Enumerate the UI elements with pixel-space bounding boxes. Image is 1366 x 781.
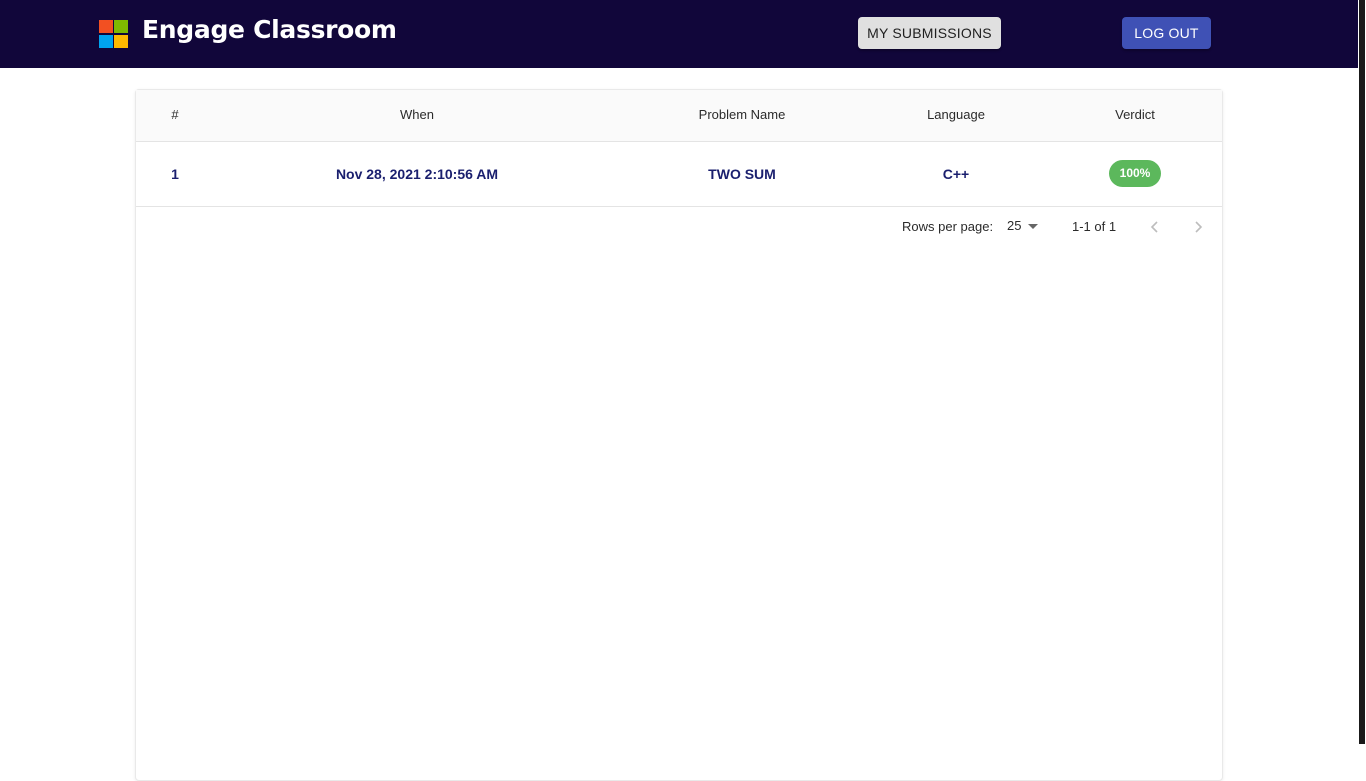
previous-page-button[interactable] (1145, 217, 1165, 237)
column-header-when[interactable]: When (400, 107, 434, 122)
scrollbar-thumb[interactable] (1359, 0, 1365, 744)
logo-yellow-square (114, 35, 128, 48)
table-header: # When Problem Name Language Verdict (136, 90, 1222, 142)
logo-red-square (99, 20, 113, 33)
my-submissions-button[interactable]: MY SUBMISSIONS (858, 17, 1001, 49)
next-page-button[interactable] (1188, 217, 1208, 237)
column-header-verdict[interactable]: Verdict (1115, 107, 1155, 122)
app-title[interactable]: Engage Classroom (142, 14, 397, 46)
app-bar: Engage Classroom MY SUBMISSIONS LOG OUT (0, 0, 1358, 68)
caret-down-icon (1028, 224, 1038, 229)
rows-per-page-value: 25 (1007, 218, 1022, 233)
column-header-index[interactable]: # (171, 107, 178, 122)
column-header-problem-name[interactable]: Problem Name (699, 107, 786, 122)
chevron-right-icon (1195, 221, 1203, 233)
rows-per-page-label: Rows per page: (902, 219, 994, 234)
microsoft-logo-icon (99, 20, 128, 48)
cell-when: Nov 28, 2021 2:10:56 AM (335, 166, 499, 182)
cell-language: C++ (942, 166, 970, 182)
cell-index: 1 (171, 166, 179, 182)
verdict-badge: 100% (1109, 160, 1161, 187)
logo-blue-square (99, 35, 113, 48)
logo-green-square (114, 20, 128, 33)
table-row[interactable]: 1 Nov 28, 2021 2:10:56 AM TWO SUM C++ 10… (136, 142, 1222, 207)
vertical-scrollbar[interactable] (1358, 0, 1366, 768)
pagination-range: 1-1 of 1 (1072, 219, 1117, 234)
logout-button[interactable]: LOG OUT (1122, 17, 1211, 49)
submissions-table-card: # When Problem Name Language Verdict 1 N… (135, 89, 1223, 781)
chevron-left-icon (1150, 221, 1158, 233)
rows-per-page-select[interactable]: 25 (1007, 218, 1043, 236)
column-header-language[interactable]: Language (927, 107, 985, 122)
cell-problem-name[interactable]: TWO SUM (708, 166, 776, 182)
